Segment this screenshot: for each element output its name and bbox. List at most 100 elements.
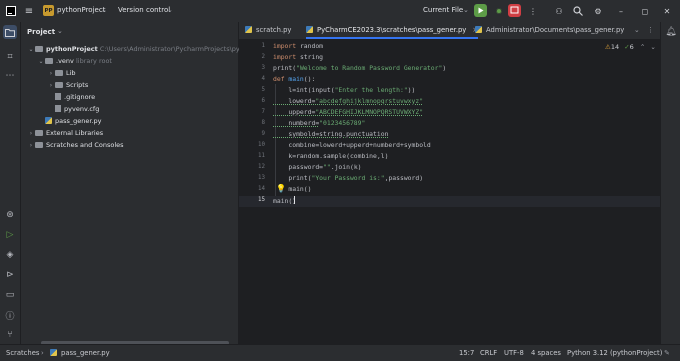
current-line-highlight: [239, 196, 660, 207]
more-vertical-icon[interactable]: ⋮: [647, 22, 654, 39]
line-number: 3: [261, 65, 266, 71]
project-name-dropdown[interactable]: pythonProject: [57, 6, 105, 14]
file-icon: [55, 93, 61, 100]
problems-icon[interactable]: ⓘ: [3, 308, 17, 322]
structure-icon[interactable]: ⌗: [3, 50, 17, 64]
indent-setting[interactable]: 4 spaces: [531, 349, 561, 357]
chevron-down-icon[interactable]: ⌄: [167, 6, 173, 14]
breadcrumb-scratches[interactable]: Scratches: [6, 349, 39, 357]
more-vertical-icon[interactable]: ⋮: [526, 4, 540, 18]
code-line[interactable]: symbold=string.punctuation: [273, 130, 388, 138]
code-line[interactable]: upperd="ABCDEFGHIJKLMNOPQRSTUVWXYZ": [273, 108, 423, 116]
python-file-icon: [475, 26, 482, 33]
lock-icon[interactable]: ✎: [664, 349, 670, 357]
line-number: 4: [261, 76, 266, 82]
line-number: 14: [258, 186, 265, 192]
chevron-down-icon[interactable]: ⌄: [57, 27, 63, 35]
status-bar: Scratches › pass_gener.py 15:7 CRLF UTF-…: [0, 344, 680, 361]
editor-tab-bar: scratch.py PyCharmCE2023.3\scratches\pas…: [239, 22, 660, 40]
breadcrumb-separator-icon: ›: [41, 349, 44, 357]
config-file-icon: [55, 105, 61, 112]
tab-pass-gener-documents[interactable]: Administrator\Documents\pass_gener.py: [475, 22, 624, 39]
python-file-icon: [45, 117, 52, 124]
stop-button[interactable]: [508, 4, 521, 17]
line-number: 8: [261, 120, 266, 126]
tree-item-gitignore[interactable]: .gitignore: [21, 91, 272, 103]
line-number: 2: [261, 54, 266, 60]
vcs-dropdown[interactable]: Version control: [118, 6, 170, 14]
search-icon[interactable]: [571, 4, 585, 18]
tab-scratch[interactable]: scratch.py: [245, 22, 291, 39]
code-editor[interactable]: ⚠14 ✓6 ⌃ ⌄ 1 2 3 4 5 6 7 8 9 10 11 12 13…: [239, 40, 660, 330]
code-line[interactable]: import string: [273, 53, 323, 61]
project-badge[interactable]: PP: [43, 5, 54, 16]
python-file-icon: [245, 26, 252, 33]
more-icon[interactable]: ⋯: [3, 69, 17, 83]
chevron-right-icon[interactable]: ›: [27, 140, 35, 152]
breadcrumb-file[interactable]: pass_gener.py: [50, 349, 110, 357]
chevron-up-icon[interactable]: ⌃: [640, 43, 645, 51]
debug-icon[interactable]: ✹: [492, 4, 506, 18]
code-line[interactable]: password="".join(k): [273, 163, 361, 171]
hamburger-menu-icon[interactable]: ≡: [22, 4, 36, 18]
text-cursor: [294, 196, 296, 204]
library-icon: [35, 130, 43, 136]
caret-position[interactable]: 15:7: [459, 349, 474, 357]
run-config-dropdown[interactable]: Current File: [423, 6, 463, 14]
maximize-icon[interactable]: ◻: [638, 4, 652, 18]
settings-icon[interactable]: ⚙: [591, 4, 605, 18]
line-number: 7: [261, 109, 266, 115]
folder-icon[interactable]: [3, 25, 17, 39]
tab-pass-gener-scratch[interactable]: PyCharmCE2023.3\scratches\pass_gener.py×: [306, 22, 479, 39]
play-circle-icon[interactable]: ⊳: [3, 268, 17, 282]
chevron-down-icon[interactable]: ⌄: [101, 6, 107, 14]
notifications-icon[interactable]: 🔔︎: [664, 25, 678, 39]
line-separator[interactable]: CRLF: [480, 349, 497, 357]
tree-item-pyvenv[interactable]: pyvenv.cfg: [21, 103, 272, 115]
terminal-icon[interactable]: ▭: [3, 288, 17, 302]
folder-icon: [55, 70, 63, 76]
code-line[interactable]: print("Your Password is:",password): [273, 174, 423, 182]
code-line[interactable]: lowerd="abcdefghijklmnopqrstuvwxyz": [273, 97, 423, 105]
tree-item-project-root[interactable]: ⌄ pythonProject C:\Users\Administrator\Py…: [21, 43, 250, 55]
app-logo-icon: [4, 4, 18, 18]
run-button[interactable]: [474, 4, 487, 17]
tree-item-lib[interactable]: › Lib: [21, 67, 264, 79]
python-file-icon: [50, 349, 57, 356]
file-encoding[interactable]: UTF-8: [504, 349, 524, 357]
tree-item-external-libraries[interactable]: › External Libraries: [21, 127, 244, 139]
code-line[interactable]: k=random.sample(combine,l): [273, 152, 388, 160]
folder-icon: [35, 46, 43, 52]
title-bar: ≡ PP pythonProject ⌄ Version control ⌄ C…: [0, 0, 680, 23]
chevron-down-icon[interactable]: ⌄: [634, 22, 640, 39]
tree-item-scripts[interactable]: › Scripts: [21, 79, 264, 91]
minimize-icon[interactable]: –: [614, 4, 628, 18]
panel-title: Project: [27, 28, 56, 36]
code-line[interactable]: import random: [273, 42, 323, 50]
code-line[interactable]: print("Welcome to Random Password Genera…: [273, 64, 446, 72]
python-packages-icon[interactable]: ⊛: [3, 208, 17, 222]
inspection-widget[interactable]: ⚠14 ✓6 ⌃ ⌄: [605, 43, 656, 51]
code-line[interactable]: numberd="0123456789": [273, 119, 365, 127]
layers-icon[interactable]: ◈: [3, 248, 17, 262]
chevron-down-icon[interactable]: ⌄: [463, 6, 469, 14]
scratches-icon: [35, 142, 43, 148]
code-line[interactable]: main(): [273, 185, 311, 193]
line-number: 6: [261, 98, 266, 104]
tree-item-pass-gener[interactable]: pass_gener.py: [21, 115, 262, 127]
chevron-down-icon[interactable]: ⌄: [650, 43, 655, 51]
folder-icon: [55, 82, 63, 88]
add-user-icon[interactable]: ⚇: [552, 4, 566, 18]
close-icon[interactable]: ✕: [660, 4, 674, 18]
code-line[interactable]: def main():: [273, 75, 315, 83]
tree-item-venv[interactable]: ⌄ .venv library root: [21, 55, 254, 67]
code-line[interactable]: l=int(input("Enter the length:")): [273, 86, 415, 94]
left-tool-stripe: ⌗ ⋯ ⊛ ▷ ◈ ⊳ ▭ ⓘ ⑂: [0, 22, 21, 344]
tree-item-scratches[interactable]: › Scratches and Consoles: [21, 139, 244, 151]
git-icon[interactable]: ⑂: [3, 328, 17, 342]
line-number: 1: [261, 43, 266, 49]
code-line-current[interactable]: main(): [273, 196, 296, 205]
code-line[interactable]: combine=lowerd+upperd+numberd+symbold: [273, 141, 430, 149]
run-icon[interactable]: ▷: [3, 228, 17, 242]
python-interpreter[interactable]: Python 3.12 (pythonProject): [567, 349, 662, 357]
